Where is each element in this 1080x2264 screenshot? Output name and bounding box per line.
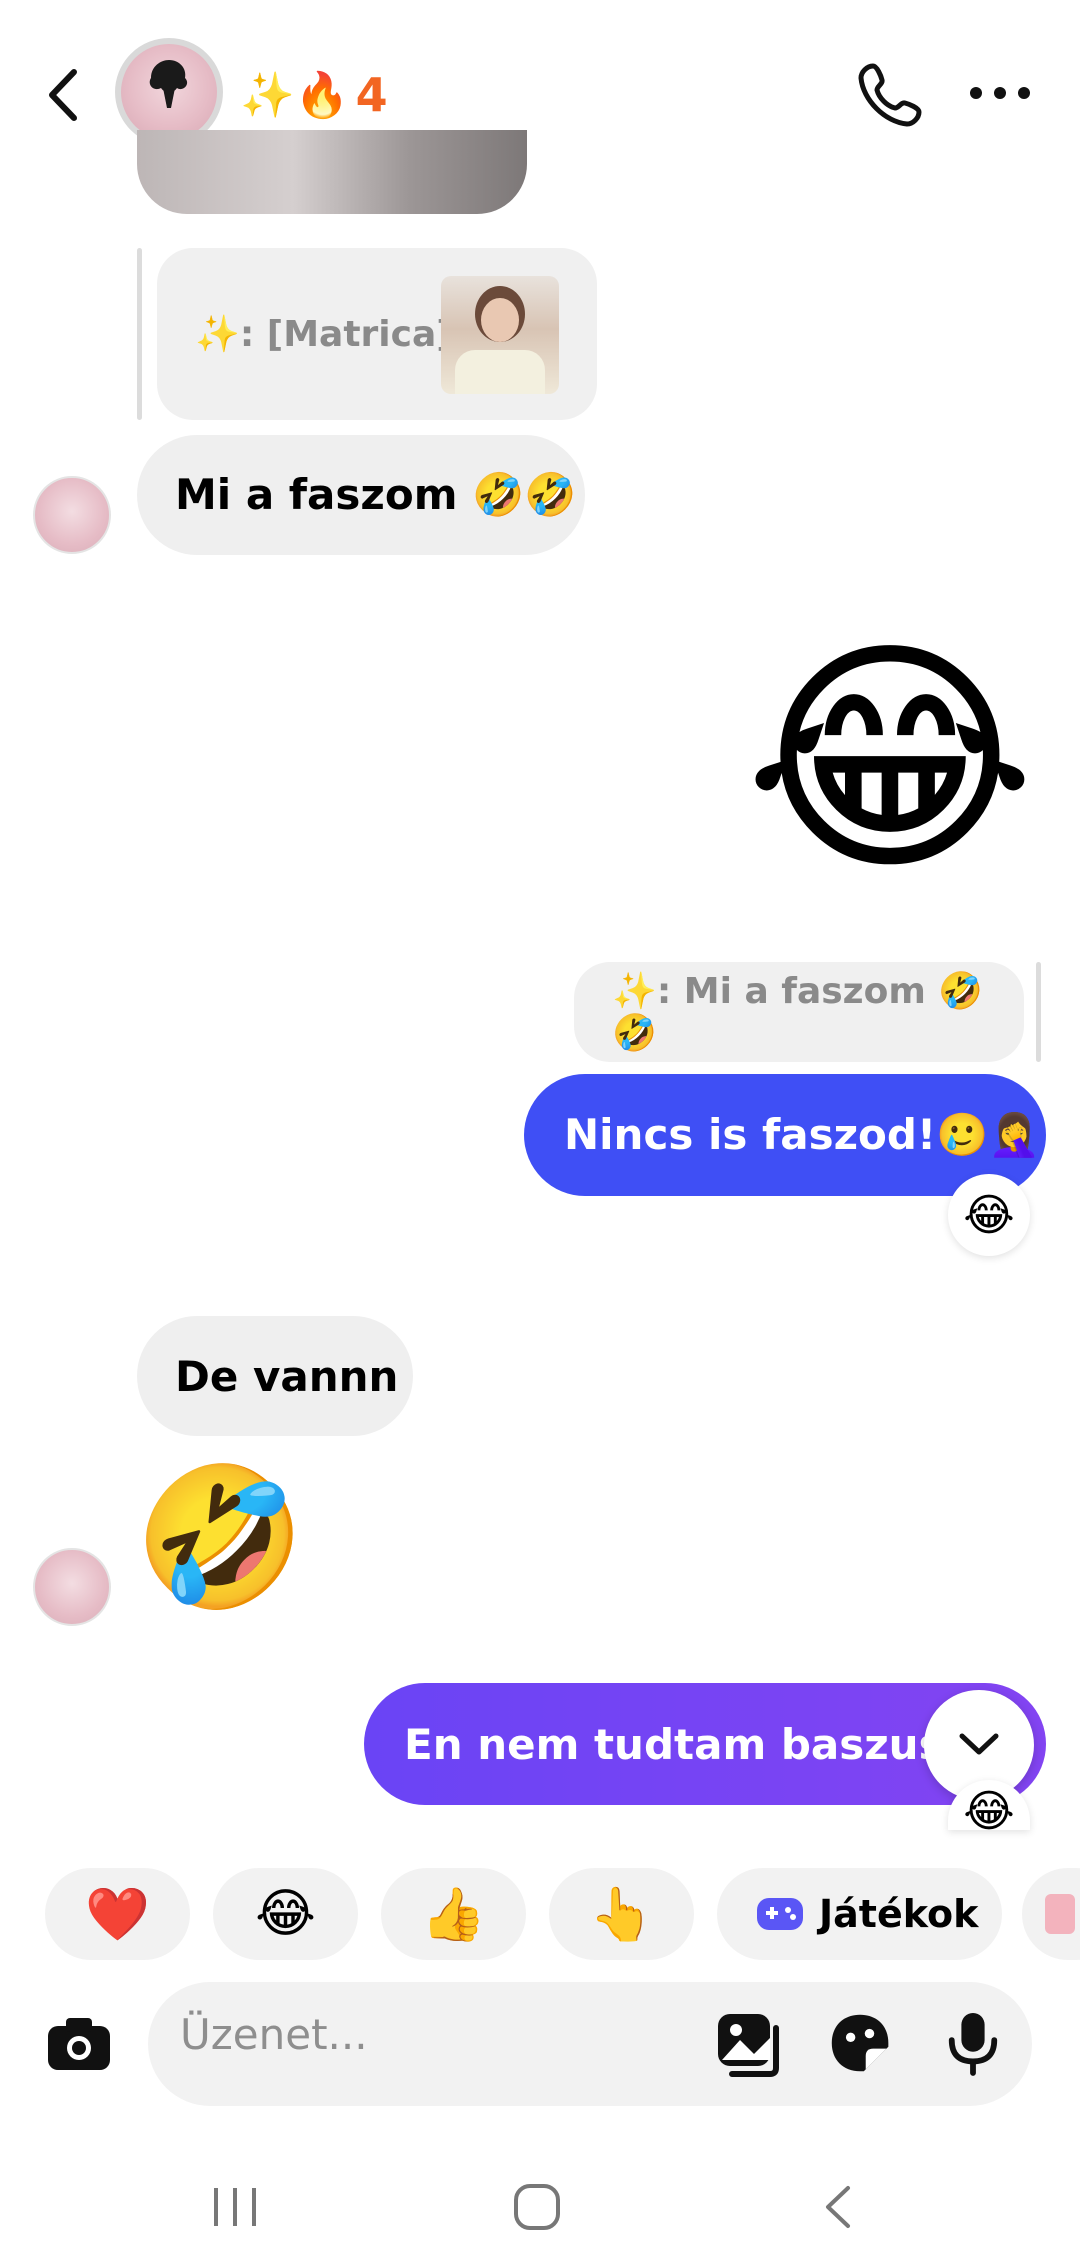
reply-preview-text: ✨: [Matrica] xyxy=(195,314,453,355)
message-reaction[interactable]: 😂 xyxy=(948,1174,1030,1256)
games-button[interactable]: Játékok xyxy=(717,1868,1002,1960)
streak-indicator: ✨🔥 4 xyxy=(240,60,388,130)
quick-action-partial[interactable] xyxy=(1022,1868,1080,1960)
quick-reaction-point-up[interactable]: 👆 xyxy=(549,1868,694,1960)
message-text: Mi a faszom 🤣🤣 xyxy=(175,470,577,519)
big-emoji-message[interactable]: 😂 xyxy=(740,610,1040,910)
contact-avatar-small[interactable] xyxy=(33,476,111,554)
gallery-icon[interactable] xyxy=(714,2010,784,2078)
contact-avatar-small[interactable] xyxy=(33,1548,111,1626)
quick-reaction-laugh[interactable]: 😂 xyxy=(213,1868,358,1960)
quick-reaction-thumbs-up[interactable]: 👍 xyxy=(381,1868,526,1960)
camera-icon xyxy=(48,2018,110,2070)
message-text: En nem tudtam baszusss xyxy=(404,1719,994,1769)
chevron-down-icon xyxy=(959,1733,999,1755)
message-text: De vannn xyxy=(175,1351,399,1401)
phone-call-icon[interactable] xyxy=(855,58,925,128)
photo-message-fragment[interactable] xyxy=(137,130,527,214)
gamepad-icon xyxy=(757,1898,803,1930)
system-back-icon[interactable] xyxy=(814,2182,864,2232)
recent-apps-icon[interactable] xyxy=(210,2182,260,2232)
more-options-icon[interactable] xyxy=(968,62,1032,124)
reply-preview-sticker[interactable]: ✨: [Matrica] xyxy=(157,248,597,420)
avatar-figure-icon xyxy=(149,60,188,108)
home-icon[interactable] xyxy=(512,2182,562,2232)
incoming-message-bubble[interactable]: Mi a faszom 🤣🤣 xyxy=(137,435,585,555)
emoji-message[interactable]: 🤣 xyxy=(134,1458,306,1618)
message-input-placeholder: Üzenet... xyxy=(180,2010,368,2059)
microphone-icon[interactable] xyxy=(944,2008,1002,2078)
sticker-thumbnail xyxy=(441,276,559,394)
streak-count: 4 xyxy=(355,68,388,122)
reply-indicator-line xyxy=(137,248,142,420)
streak-emoji: ✨🔥 xyxy=(240,70,350,121)
message-text: Nincs is faszod!🥲🤦‍♀️ xyxy=(564,1110,1041,1159)
quick-reaction-heart[interactable]: ❤️ xyxy=(45,1868,190,1960)
emoji: 🤣 xyxy=(134,1457,306,1618)
reply-preview-text: ✨: Mi a faszom 🤣🤣 xyxy=(612,971,984,1054)
games-label: Játékok xyxy=(819,1892,979,1936)
big-emoji: 😂 xyxy=(743,614,1037,905)
back-arrow-icon[interactable] xyxy=(38,60,88,130)
incoming-message-bubble[interactable]: De vannn xyxy=(137,1316,413,1436)
reply-indicator-line xyxy=(1036,962,1041,1062)
reply-preview-text-message[interactable]: ✨: Mi a faszom 🤣🤣 xyxy=(574,962,1024,1062)
sticker-icon[interactable] xyxy=(828,2010,894,2076)
outgoing-message-bubble[interactable]: Nincs is faszod!🥲🤦‍♀️ xyxy=(524,1074,1046,1196)
camera-button[interactable] xyxy=(44,2010,114,2078)
system-navigation-bar xyxy=(0,2150,1080,2264)
